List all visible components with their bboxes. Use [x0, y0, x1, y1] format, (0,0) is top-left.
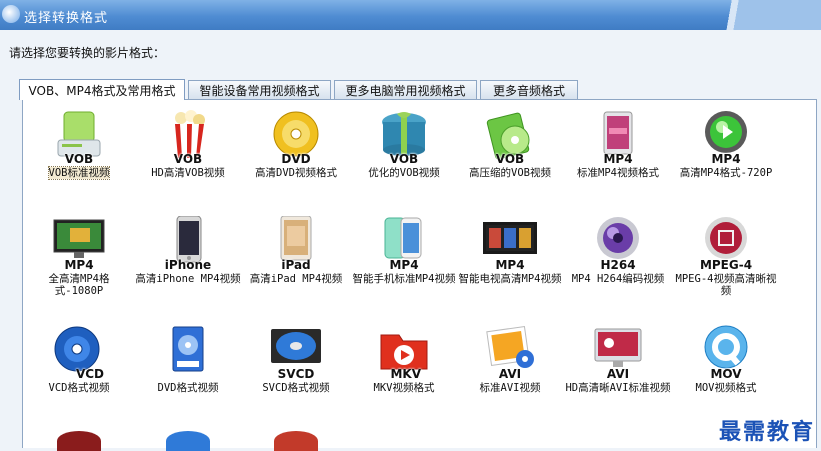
- format-label: 标准AVI视频: [479, 382, 541, 394]
- format-label: 全高清MP4格式-1080P: [48, 273, 110, 297]
- format-label: 标准MP4视频格式: [577, 167, 659, 179]
- format-label: 高清MP4格式-720P: [679, 167, 773, 179]
- format-item-mp4-1080p[interactable]: MP4 全高清MP4格式-1080P: [26, 216, 132, 297]
- format-prompt: 请选择您要转换的影片格式：: [9, 46, 166, 60]
- format-item-svcd[interactable]: SVCD SVCD格式视频: [243, 325, 349, 394]
- format-badge: MP4: [389, 258, 419, 272]
- format-badge: AVI: [498, 367, 522, 381]
- format-badge: MP4: [64, 258, 94, 272]
- format-badge: VOB: [64, 152, 94, 166]
- format-label: 高清iPad MP4视频: [249, 273, 343, 285]
- format-badge: iPhone: [164, 258, 212, 272]
- smart-tv-icon: MP4: [481, 216, 539, 272]
- format-item-avi-hd[interactable]: AVI HD高清晰AVI标准视频: [565, 325, 671, 394]
- format-item-ipad-mp4[interactable]: iPad 高清iPad MP4视频: [243, 216, 349, 285]
- dvd-case-icon: [159, 325, 217, 379]
- format-item-dvd-hd[interactable]: DVD 高清DVD视频格式: [243, 110, 349, 179]
- popcorn-icon: VOB: [159, 110, 217, 166]
- format-label: VCD格式视频: [48, 382, 110, 394]
- red-orb-icon[interactable]: [274, 431, 318, 451]
- gift-box-icon: VOB: [375, 110, 433, 166]
- format-label: MOV视频格式: [695, 382, 757, 394]
- title-bar[interactable]: 选择转换格式: [0, 0, 821, 30]
- format-item-smartphone-mp4[interactable]: MP4 智能手机标准MP4视频: [351, 216, 457, 285]
- tab-pc-video[interactable]: 更多电脑常用视频格式: [334, 80, 477, 99]
- format-item-dvd[interactable]: DVD格式视频: [135, 325, 241, 394]
- format-label: HD高清晰AVI标准视频: [565, 382, 671, 394]
- format-badge: MP4: [603, 152, 633, 166]
- window-title: 选择转换格式: [24, 11, 109, 26]
- format-label: SVCD格式视频: [262, 382, 330, 394]
- format-panel: VOB VOB标准视频 VOB HD高清VOB视频 DVD 高清DVD视频格式 …: [22, 99, 817, 451]
- format-item-vob-hd[interactable]: VOB HD高清VOB视频: [135, 110, 241, 179]
- format-item-vob-standard[interactable]: VOB VOB标准视频: [26, 110, 132, 180]
- format-badge: MPEG-4: [699, 258, 753, 272]
- format-badge: SVCD: [277, 367, 315, 381]
- format-label: MPEG-4视频高清晰视频: [675, 273, 777, 297]
- format-badge: VOB: [173, 152, 203, 166]
- iphone-icon: iPhone: [159, 216, 217, 272]
- format-badge: MOV: [710, 367, 742, 381]
- format-badge: VCD: [75, 367, 104, 381]
- disc-case-icon: SVCD: [267, 325, 325, 381]
- format-label: DVD格式视频: [157, 382, 219, 394]
- film-orb-icon: MPEG-4: [697, 216, 755, 272]
- blue-disc-icon: VCD: [50, 325, 108, 381]
- format-label: VOB标准视频: [47, 166, 111, 180]
- photos-icon: AVI: [481, 325, 539, 381]
- play-folder-icon: MKV: [375, 325, 433, 381]
- green-drive-icon: VOB: [50, 110, 108, 166]
- watermark-logo: 最需教育: [718, 414, 815, 446]
- monitor-icon: MP4: [50, 216, 108, 272]
- format-label: 优化的VOB视频: [368, 167, 440, 179]
- format-item-mpeg4-hd[interactable]: MPEG-4 MPEG-4视频高清晰视频: [673, 216, 779, 297]
- format-item-vob-optimized[interactable]: VOB 优化的VOB视频: [351, 110, 457, 179]
- format-item-mp4-standard[interactable]: MP4 标准MP4视频格式: [565, 110, 671, 179]
- format-label: MP4 H264编码视频: [571, 273, 665, 285]
- format-item-iphone-mp4[interactable]: iPhone 高清iPhone MP4视频: [135, 216, 241, 285]
- green-orb-icon: MP4: [697, 110, 755, 166]
- format-label: 高清iPhone MP4视频: [135, 273, 241, 285]
- format-badge: MP4: [495, 258, 525, 272]
- format-label: 智能电视高清MP4视频: [458, 273, 562, 285]
- format-badge: iPad: [281, 258, 311, 272]
- tab-vob-mp4[interactable]: VOB、MP4格式及常用格式: [19, 79, 185, 100]
- format-item-vcd[interactable]: VCD VCD格式视频: [26, 325, 132, 394]
- purple-orb-icon: H264: [589, 216, 647, 272]
- format-item-mkv[interactable]: MKV MKV视频格式: [351, 325, 457, 394]
- format-badge: VOB: [495, 152, 525, 166]
- ipad-icon: iPad: [267, 216, 325, 272]
- format-item-smart-tv-mp4[interactable]: MP4 智能电视高清MP4视频: [457, 216, 563, 285]
- tab-smart-devices[interactable]: 智能设备常用视频格式: [188, 80, 331, 99]
- format-badge: MP4: [711, 152, 741, 166]
- format-item-avi-standard[interactable]: AVI 标准AVI视频: [457, 325, 563, 394]
- format-badge: AVI: [606, 367, 630, 381]
- app-icon: [2, 5, 20, 23]
- quicktime-icon: MOV: [697, 325, 755, 381]
- format-item-mp4-h264[interactable]: H264 MP4 H264编码视频: [565, 216, 671, 285]
- format-badge: VOB: [389, 152, 419, 166]
- format-item-mp4-720p[interactable]: MP4 高清MP4格式-720P: [673, 110, 779, 179]
- format-label: HD高清VOB视频: [151, 167, 225, 179]
- tab-audio[interactable]: 更多音频格式: [480, 80, 578, 99]
- blue-globe-icon[interactable]: [166, 431, 210, 451]
- smartphone-icon: MP4: [375, 216, 433, 272]
- format-badge: MKV: [390, 367, 421, 381]
- format-label: 高压缩的VOB视频: [469, 167, 551, 179]
- format-item-vob-compressed[interactable]: VOB 高压缩的VOB视频: [457, 110, 563, 179]
- gold-disc-icon: DVD: [267, 110, 325, 166]
- format-label: 高清DVD视频格式: [255, 167, 337, 179]
- display-icon: AVI: [589, 325, 647, 381]
- format-badge: DVD: [281, 152, 311, 166]
- format-label: MKV视频格式: [373, 382, 435, 394]
- format-item-mov[interactable]: MOV MOV视频格式: [673, 325, 779, 394]
- tablet-icon: MP4: [589, 110, 647, 166]
- red-disc-icon[interactable]: [57, 431, 101, 451]
- format-label: 智能手机标准MP4视频: [352, 273, 456, 285]
- format-badge: H264: [600, 258, 636, 272]
- green-case-icon: VOB: [481, 110, 539, 166]
